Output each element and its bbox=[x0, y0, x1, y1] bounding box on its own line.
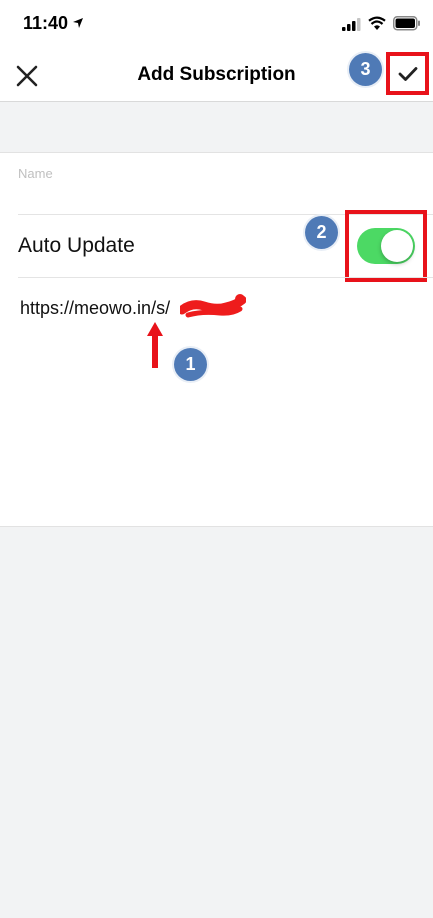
location-arrow-icon bbox=[73, 18, 83, 28]
subscription-url-input[interactable]: https://meowo.in/s/ bbox=[20, 298, 170, 319]
checkmark-icon bbox=[398, 66, 417, 81]
signal-icon bbox=[342, 18, 361, 31]
redaction-scribble bbox=[180, 294, 246, 318]
arrow-up-icon bbox=[147, 322, 163, 368]
battery-icon bbox=[393, 16, 420, 31]
status-time: 11:40 bbox=[23, 13, 69, 33]
annotation-badge-2: 2 bbox=[305, 216, 338, 249]
subscription-form: Name Auto Update https://meowo.in/s/ bbox=[0, 152, 433, 527]
auto-update-label: Auto Update bbox=[18, 234, 135, 257]
wifi-icon bbox=[368, 16, 386, 30]
save-checkmark-button[interactable] bbox=[386, 52, 429, 95]
status-bar: 11:40 bbox=[0, 0, 433, 50]
name-field-label: Name bbox=[18, 166, 53, 181]
toggle-highlight-box bbox=[345, 210, 427, 282]
annotation-badge-1: 1 bbox=[174, 348, 207, 381]
name-input[interactable] bbox=[18, 183, 418, 207]
annotation-badge-3: 3 bbox=[349, 53, 382, 86]
divider bbox=[18, 277, 433, 278]
